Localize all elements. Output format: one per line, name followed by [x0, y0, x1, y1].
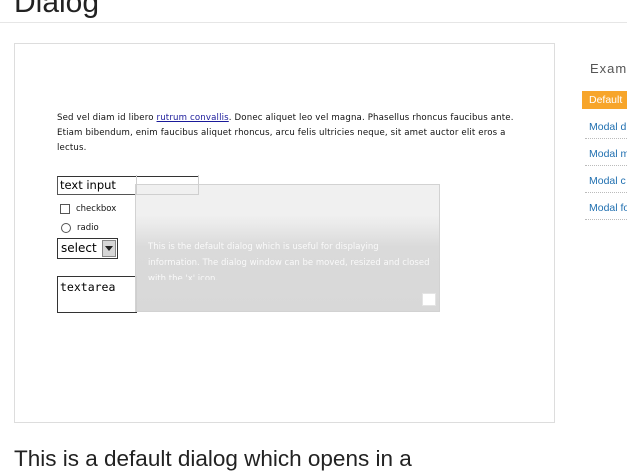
sidebar-item-modal-message[interactable]: Modal m: [582, 139, 627, 166]
title-divider: [0, 22, 627, 23]
paragraph-link[interactable]: rutrum convallis: [157, 113, 229, 123]
sidebar-item-label: Modal fo: [589, 202, 627, 214]
radio-button[interactable]: [61, 223, 71, 233]
select-dropdown[interactable]: select: [57, 238, 118, 259]
demo-paragraph: Sed vel diam id libero rutrum convallis.…: [57, 111, 522, 156]
sidebar-item-modal-form[interactable]: Modal fo: [582, 193, 627, 220]
sidebar-item-modal-dialog[interactable]: Modal di: [582, 112, 627, 139]
checkbox-row: checkbox: [60, 202, 116, 216]
checkbox-label: checkbox: [76, 204, 117, 214]
textarea-field[interactable]: textarea: [57, 276, 137, 313]
paragraph-text-start: Sed vel diam id libero: [57, 113, 157, 123]
page-title: Dialog: [14, 0, 100, 19]
checkbox[interactable]: [60, 204, 70, 214]
sidebar-item-modal-confirmation[interactable]: Modal c: [582, 166, 627, 193]
description-heading: This is a default dialog which opens in …: [14, 446, 412, 471]
sidebar-item-label: Modal di: [589, 121, 627, 133]
dialog-content-text: This is the default dialog which is usef…: [148, 242, 430, 280]
radio-row: radio: [61, 221, 99, 235]
sidebar-item-label: Modal c: [589, 175, 626, 187]
sidebar-item-default[interactable]: Default: [582, 86, 627, 112]
close-icon[interactable]: [422, 293, 436, 306]
sidebar-heading: Exam: [590, 61, 627, 76]
sidebar-examples-list: Default Modal di Modal m Modal c Modal f…: [582, 86, 627, 220]
sidebar-divider: [585, 219, 627, 220]
dialog-titlebar[interactable]: [136, 175, 199, 195]
sidebar-item-label: Modal m: [589, 148, 627, 160]
select-value: select: [61, 241, 97, 255]
sidebar-item-label: Default: [589, 94, 623, 106]
chevron-down-icon[interactable]: [102, 240, 116, 257]
radio-label: radio: [77, 223, 99, 233]
